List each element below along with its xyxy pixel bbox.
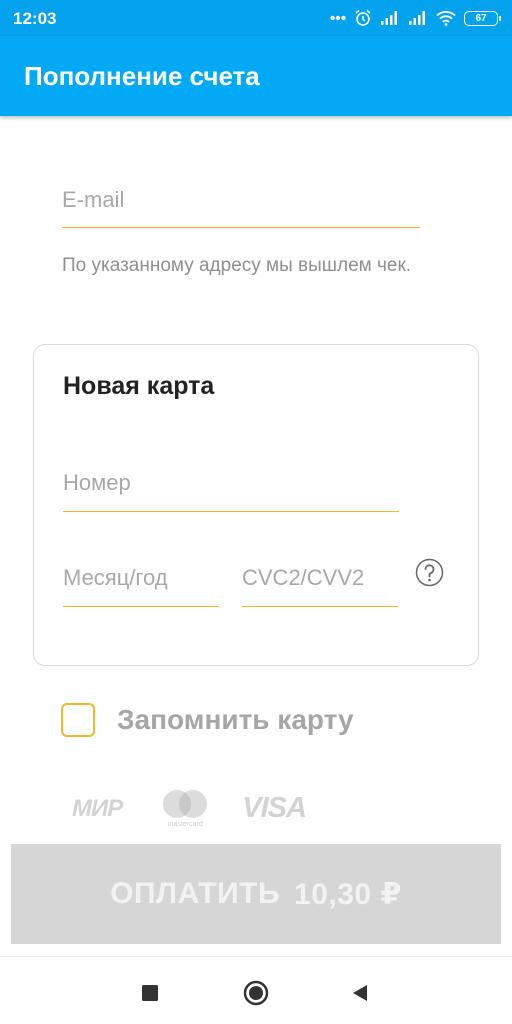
card-number-field[interactable]: [63, 455, 399, 512]
card-number-input[interactable]: [63, 455, 399, 511]
cvc-input[interactable]: [242, 550, 398, 606]
email-field[interactable]: [62, 172, 420, 228]
card-panel-title: Новая карта: [63, 372, 215, 400]
payment-system-logos: МИР mastercard VISA: [72, 788, 307, 828]
expiry-input[interactable]: [63, 550, 219, 606]
status-bar: 12:03 67: [0, 0, 512, 36]
signal-icon: [381, 11, 397, 25]
expiry-field[interactable]: [63, 550, 219, 607]
home-circle-icon: [243, 980, 269, 1006]
remember-card-checkbox[interactable]: [61, 703, 95, 737]
more-dots-icon: [330, 15, 346, 21]
visa-logo: VISA: [242, 791, 307, 824]
status-time: 12:03: [13, 9, 57, 28]
page-title: Пополнение счета: [24, 61, 260, 91]
battery-icon: 67: [464, 10, 501, 26]
pay-amount: 10,30 ₽: [294, 877, 402, 911]
home-button[interactable]: [240, 977, 272, 1009]
remember-card-label: Запомнить карту: [117, 704, 354, 735]
recents-square-icon: [142, 985, 158, 1001]
pay-button[interactable]: ОПЛАТИТЬ 10,30 ₽: [11, 844, 501, 944]
mastercard-circles-icon: [163, 790, 208, 818]
back-triangle-icon: [353, 985, 367, 1001]
question-circle-icon[interactable]: [415, 558, 444, 587]
back-button[interactable]: [344, 977, 376, 1009]
cvc-field[interactable]: [242, 550, 398, 607]
remember-card-toggle[interactable]: Запомнить карту: [61, 700, 354, 740]
system-nav-bar: [0, 956, 512, 1024]
wifi-icon: [436, 11, 456, 26]
email-hint: По указанному адресу мы вышлем чек.: [62, 255, 412, 276]
mir-logo: МИР: [72, 795, 123, 822]
mastercard-logo: mastercard: [160, 788, 210, 828]
recents-button[interactable]: [134, 977, 166, 1009]
pay-button-label: ОПЛАТИТЬ: [110, 877, 281, 910]
status-icons: 67: [330, 8, 501, 28]
mastercard-wordmark: mastercard: [167, 821, 203, 828]
battery-level: 67: [475, 12, 487, 24]
email-input[interactable]: [62, 172, 420, 227]
app-bar: Пополнение счета: [0, 36, 512, 116]
signal-icon: [409, 11, 425, 25]
alarm-icon: [355, 9, 371, 26]
